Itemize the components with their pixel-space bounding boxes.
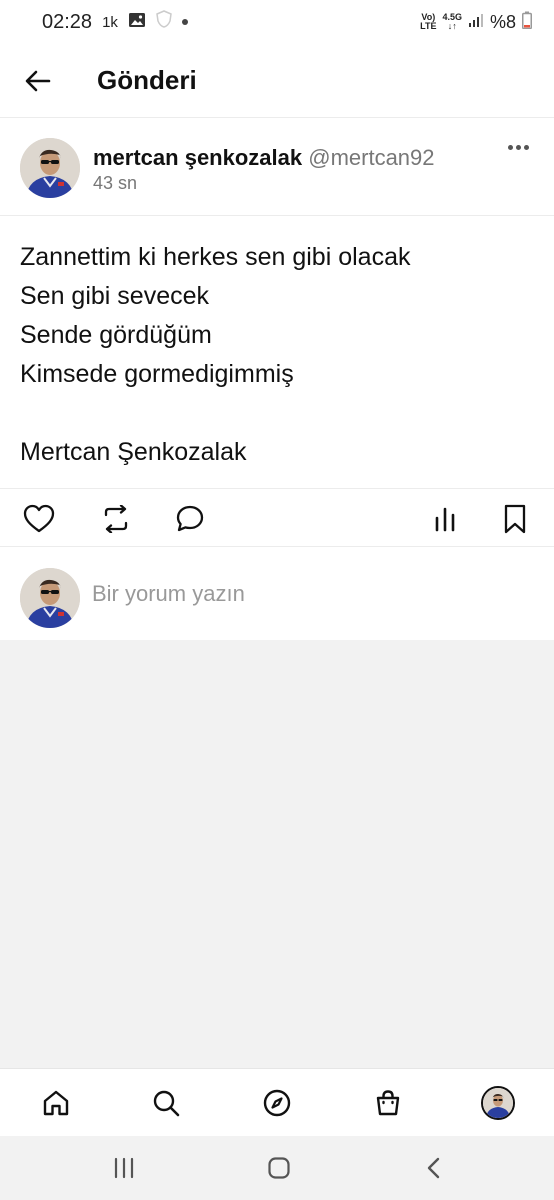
explore-icon [263, 1089, 291, 1117]
system-back-button[interactable] [418, 1154, 450, 1182]
like-button[interactable] [21, 501, 57, 537]
nav-home[interactable] [38, 1085, 74, 1121]
shield-icon [156, 10, 172, 34]
more-dot [507, 144, 513, 150]
app-header: Gönderi [0, 44, 554, 118]
page-title: Gönderi [97, 65, 197, 95]
post-text-line [20, 394, 534, 433]
avatar[interactable] [20, 138, 80, 198]
system-home-button[interactable] [263, 1154, 295, 1182]
recents-icon [114, 1157, 134, 1179]
gallery-icon [128, 11, 146, 34]
stats-button[interactable] [427, 501, 463, 537]
home-circle-icon [268, 1157, 290, 1179]
nav-profile-avatar[interactable] [481, 1086, 515, 1120]
nav-explore[interactable] [259, 1085, 295, 1121]
post-timestamp: 43 sn [93, 173, 138, 193]
signal-icon [468, 12, 484, 33]
back-button[interactable] [8, 51, 68, 111]
post-body: Zannettim ki herkes sen gibi olacak Sen … [0, 216, 554, 489]
system-navigation-bar [0, 1136, 554, 1200]
heart-icon [23, 504, 55, 533]
empty-area [0, 640, 554, 1068]
battery-icon [522, 11, 532, 34]
post-signature-line: Mertcan Şenkozalak [20, 438, 247, 466]
author-name[interactable]: mertcan şenkozalak [93, 145, 302, 170]
search-icon [153, 1090, 180, 1117]
comment-input[interactable] [92, 575, 512, 613]
repost-button[interactable] [98, 501, 134, 537]
comment-composer [0, 547, 554, 638]
recents-button[interactable] [108, 1154, 140, 1182]
more-dot [515, 144, 521, 150]
avatar [20, 568, 80, 628]
nav-shop[interactable] [370, 1085, 406, 1121]
bookmark-button[interactable] [497, 501, 533, 537]
volte-indicator: Vo) LTE [420, 12, 437, 31]
arrow-left-icon [25, 70, 51, 91]
author-line: mertcan şenkozalak @mertcan92 [93, 145, 435, 171]
post-text-line: Zannettim ki herkes sen gibi olacak [20, 243, 411, 271]
status-bar: 02:28 1k Vo) LTE 4.5G ↓↑ %8 [0, 0, 554, 44]
nav-search[interactable] [148, 1085, 184, 1121]
status-time: 02:28 [42, 10, 93, 33]
stats-icon [435, 507, 455, 532]
repost-icon [104, 505, 128, 533]
dot-icon [181, 19, 188, 25]
post-text-line: Sen gibi sevecek [20, 282, 210, 310]
home-icon [43, 1090, 69, 1116]
back-chevron-icon [427, 1157, 440, 1179]
notification-count: 1k [102, 13, 118, 31]
post-header: mertcan şenkozalak @mertcan92 43 sn [0, 118, 554, 216]
data-speed-indicator: 4.5G ↓↑ [442, 12, 462, 31]
bottom-nav [0, 1068, 554, 1136]
comment-button[interactable] [172, 501, 208, 537]
comment-icon [176, 505, 204, 532]
author-handle[interactable]: @mertcan92 [308, 145, 434, 170]
bookmark-icon [504, 504, 526, 534]
post: mertcan şenkozalak @mertcan92 43 sn Zann… [0, 118, 554, 638]
shop-bag-icon [376, 1090, 400, 1116]
more-options-button[interactable] [506, 140, 530, 154]
battery-percent: %8 [489, 11, 516, 32]
post-text-line: Kimsede gormedigimmiş [20, 360, 294, 388]
more-dot [523, 144, 529, 150]
post-actions [0, 489, 554, 547]
post-text-line: Sende gördüğüm [20, 321, 212, 349]
